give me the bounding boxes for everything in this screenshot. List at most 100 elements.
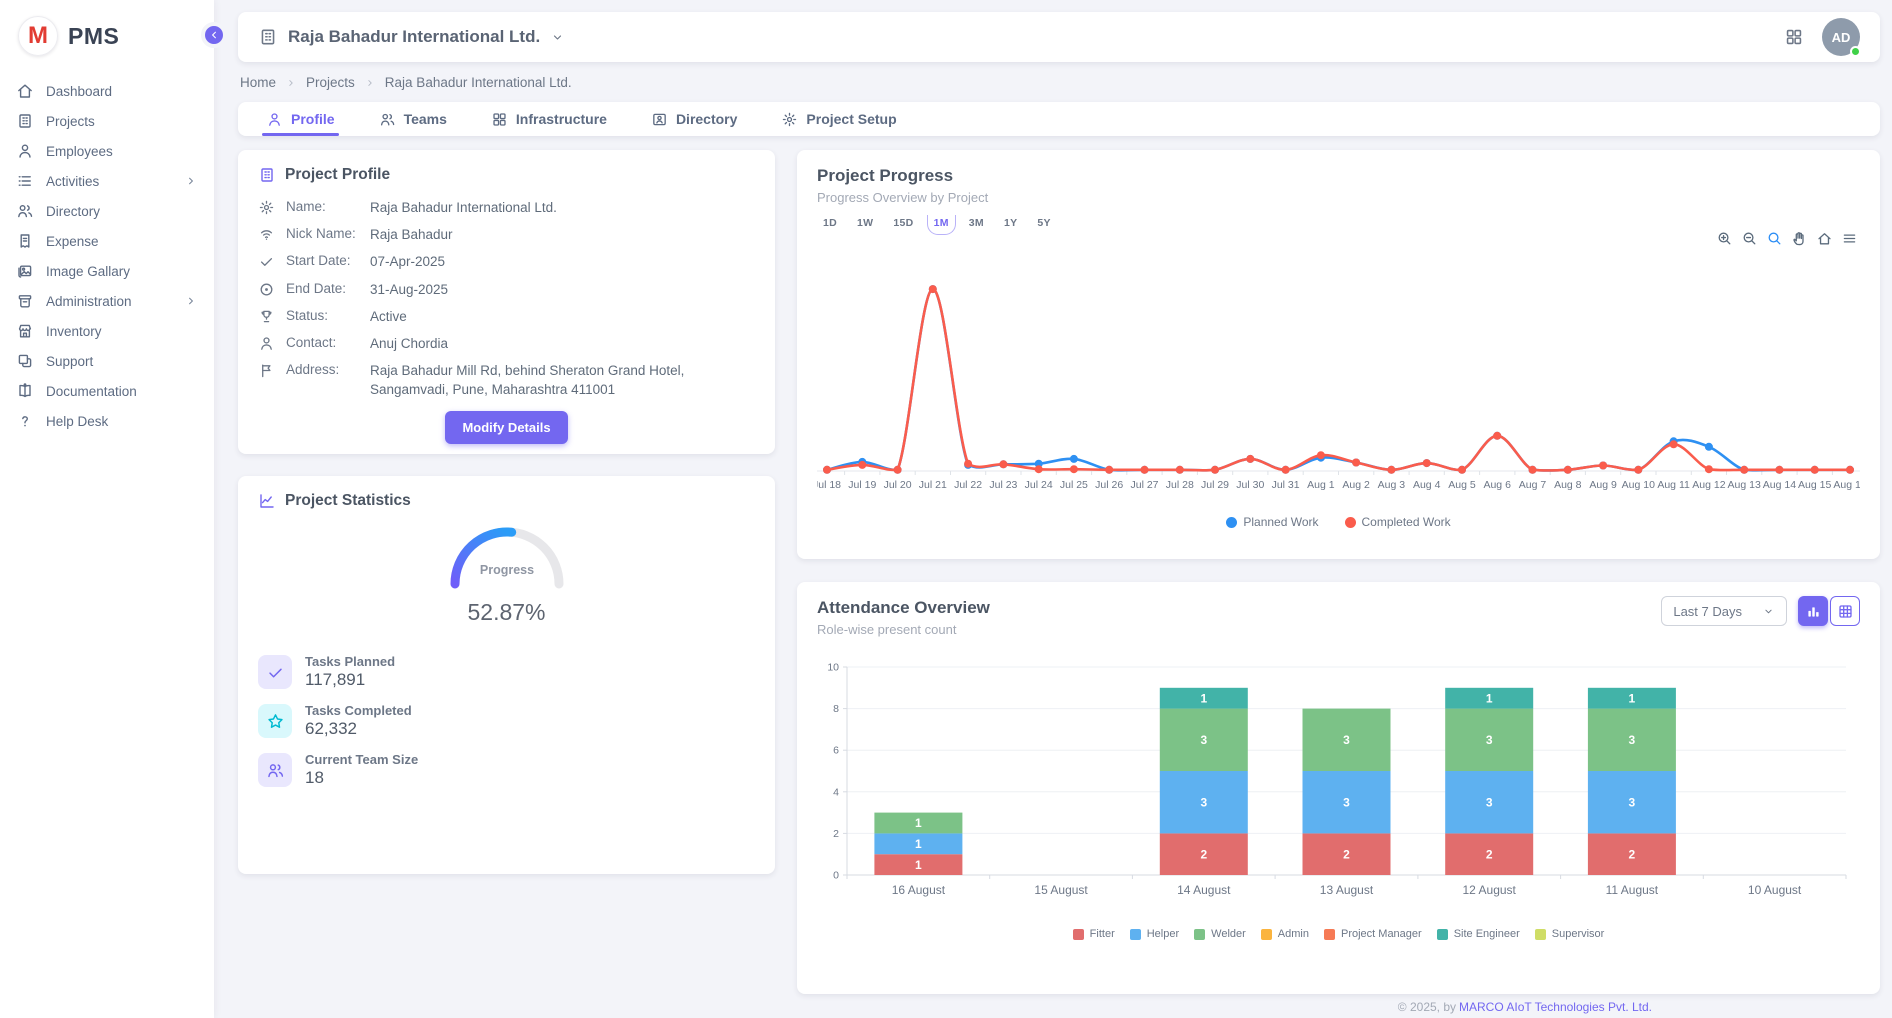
sidebar-item-expense[interactable]: Expense [0, 226, 214, 256]
sidebar-nav: Dashboard Projects EmployeesActivitiesDire… [0, 76, 214, 436]
svg-text:Aug 3: Aug 3 [1378, 479, 1406, 491]
range-1w-button[interactable]: 1W [857, 217, 873, 229]
chevron-left-icon [207, 28, 221, 42]
shortcuts-grid-icon[interactable] [1784, 27, 1804, 47]
modify-details-button[interactable]: Modify Details [445, 411, 567, 444]
period-select-value: Last 7 Days [1673, 604, 1742, 619]
progress-card-subtitle: Progress Overview by Project [817, 190, 1860, 205]
app-logo[interactable]: M PMS [0, 0, 214, 76]
legend-site-engineer[interactable]: Site Engineer [1437, 928, 1520, 940]
field-label: Contact: [286, 335, 370, 350]
sidebar-item-activities[interactable]: Activities [0, 166, 214, 196]
sidebar-item-employees[interactable]: Employees [0, 136, 214, 166]
profile-field-status: Status:Active [258, 308, 755, 326]
range-1y-button[interactable]: 1Y [1004, 217, 1017, 229]
legend-dot [1226, 517, 1237, 528]
sidebar-item-documentation[interactable]: Documentation [0, 376, 214, 406]
svg-text:Aug 16: Aug 16 [1833, 479, 1860, 491]
tab-label: Directory [676, 111, 737, 127]
zoom-out-icon[interactable] [1741, 230, 1758, 247]
legend-helper[interactable]: Helper [1130, 928, 1179, 940]
legend-completed-work[interactable]: Completed Work [1345, 515, 1451, 529]
legend-supervisor[interactable]: Supervisor [1535, 928, 1605, 940]
zoom-in-icon[interactable] [1716, 230, 1733, 247]
svg-text:10 August: 10 August [1748, 883, 1802, 897]
sidebar-item-inventory[interactable]: Inventory [0, 316, 214, 346]
idcard-icon [651, 111, 668, 128]
tab-teams[interactable]: Teams [379, 102, 447, 136]
svg-text:Aug 7: Aug 7 [1519, 479, 1547, 491]
trophy-icon [258, 308, 275, 325]
range-1d-button[interactable]: 1D [823, 217, 837, 229]
legend-welder[interactable]: Welder [1194, 928, 1246, 940]
field-value: 31-Aug-2025 [370, 281, 755, 299]
field-value: Raja Bahadur International Ltd. [370, 199, 755, 217]
profile-card-title: Project Profile [285, 166, 390, 184]
svg-text:Jul 28: Jul 28 [1166, 479, 1194, 491]
profile-field-start-date: Start Date:07-Apr-2025 [258, 253, 755, 271]
line-chart: Jul 18Jul 19Jul 20Jul 21Jul 22Jul 23Jul … [817, 263, 1860, 513]
legend-project-manager[interactable]: Project Manager [1324, 928, 1422, 940]
breadcrumb-item[interactable]: Home [240, 75, 276, 90]
view-bar-chart-button[interactable] [1798, 596, 1828, 626]
breadcrumb-item[interactable]: Projects [306, 75, 355, 90]
tabs-bar: Profile Teams Infrastructure Directory Proje… [238, 102, 1880, 136]
chevron-down-icon [1762, 605, 1775, 618]
svg-text:Jul 21: Jul 21 [919, 479, 947, 491]
stats-card-title: Project Statistics [285, 492, 411, 510]
tab-project-setup[interactable]: Project Setup [781, 102, 896, 136]
tab-infrastructure[interactable]: Infrastructure [491, 102, 607, 136]
search-icon[interactable] [1766, 230, 1783, 247]
range-3m-button[interactable]: 3M [969, 217, 984, 229]
sidebar-item-image-gallary[interactable]: Image Gallary [0, 256, 214, 286]
sidebar-item-label: Projects [46, 114, 95, 129]
sidebar-item-administration[interactable]: Administration [0, 286, 214, 316]
footer-text: © 2025, by [1398, 1000, 1456, 1014]
tab-profile[interactable]: Profile [266, 102, 335, 136]
sidebar-item-projects[interactable]: Projects [0, 106, 214, 136]
svg-text:4: 4 [833, 786, 839, 798]
field-value: Raja Bahadur [370, 226, 755, 244]
view-table-button[interactable] [1830, 596, 1860, 626]
svg-text:3: 3 [1486, 733, 1493, 747]
sidebar-item-label: Inventory [46, 324, 102, 339]
sidebar-item-directory[interactable]: Directory [0, 196, 214, 226]
legend-admin[interactable]: Admin [1261, 928, 1309, 940]
legend-dot [1345, 517, 1356, 528]
bar-chart-svg: 024681011116 August15 August233114 Augus… [817, 657, 1860, 919]
legend-planned-work[interactable]: Planned Work [1226, 515, 1318, 529]
sidebar-item-help-desk[interactable]: Help Desk [0, 406, 214, 436]
footer: © 2025, by MARCO AIoT Technologies Pvt. … [797, 1000, 1880, 1014]
company-selector[interactable]: Raja Bahadur International Ltd. [258, 27, 565, 47]
profile-field-contact: Contact:Anuj Chordia [258, 335, 755, 353]
stat-label: Tasks Completed [305, 703, 412, 718]
svg-text:14 August: 14 August [1177, 883, 1231, 897]
home-icon[interactable] [1816, 230, 1833, 247]
star-icon [266, 712, 285, 731]
sidebar-item-dashboard[interactable]: Dashboard [0, 76, 214, 106]
sidebar-item-support[interactable]: Support [0, 346, 214, 376]
svg-text:1: 1 [1486, 691, 1493, 705]
app-name: PMS [68, 23, 119, 50]
home-icon [16, 82, 34, 100]
range-5y-button[interactable]: 5Y [1037, 217, 1050, 229]
project-profile-card: Project Profile Name:Raja Bahadur Intern… [238, 150, 775, 454]
field-label: Name: [286, 199, 370, 214]
tab-directory[interactable]: Directory [651, 102, 737, 136]
legend-fitter[interactable]: Fitter [1073, 928, 1115, 940]
menu-icon[interactable] [1841, 230, 1858, 247]
footer-link[interactable]: MARCO AIoT Technologies Pvt. Ltd. [1459, 1000, 1652, 1014]
avatar[interactable]: AD [1822, 18, 1860, 56]
svg-text:3: 3 [1200, 795, 1207, 809]
svg-text:Aug 2: Aug 2 [1342, 479, 1370, 491]
period-select[interactable]: Last 7 Days [1661, 596, 1787, 626]
range-15d-button[interactable]: 15D [893, 217, 913, 229]
person-icon [258, 335, 275, 352]
pan-icon[interactable] [1791, 230, 1808, 247]
sidebar-collapse-button[interactable] [201, 22, 227, 48]
range-1m-button[interactable]: 1M [934, 217, 949, 229]
line-chart-legend: Planned Work Completed Work [817, 515, 1860, 529]
gear-icon [258, 199, 275, 216]
svg-text:10: 10 [827, 662, 839, 674]
menu-icon [1841, 230, 1858, 247]
